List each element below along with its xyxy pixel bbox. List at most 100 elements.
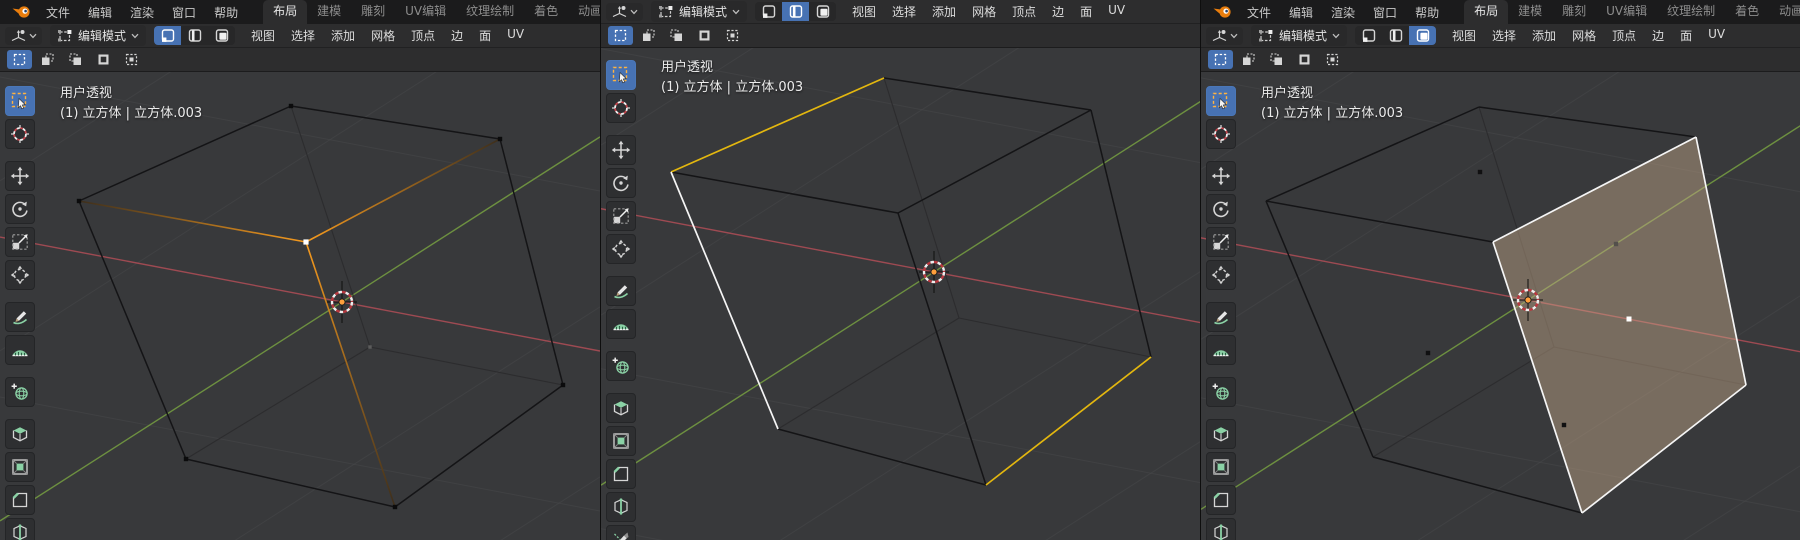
tool-move-button[interactable] (5, 161, 35, 191)
tool-extrude-region-button[interactable] (5, 419, 35, 449)
viewport-menu-3[interactable]: 网格 (363, 26, 403, 45)
select-option-intersect-button[interactable] (720, 26, 745, 45)
select-option-subtract-button[interactable] (664, 26, 689, 45)
select-option-set-button[interactable] (1208, 50, 1233, 69)
viewport-menu-5[interactable]: 边 (1644, 26, 1672, 45)
workspace-tab-4[interactable]: 纹理绘制 (1657, 0, 1725, 24)
menubar-menu-0[interactable]: 文件 (37, 3, 79, 22)
select-mode-edge-button[interactable] (181, 26, 208, 45)
viewport-menu-0[interactable]: 视图 (1444, 26, 1484, 45)
mode-dropdown[interactable]: 编辑模式 (651, 1, 747, 22)
select-option-extend-button[interactable] (35, 50, 60, 69)
viewport-menu-1[interactable]: 选择 (283, 26, 323, 45)
viewport-menu-4[interactable]: 顶点 (403, 26, 443, 45)
tool-add-cube-button[interactable] (1206, 377, 1236, 407)
workspace-tab-2[interactable]: 雕刻 (1552, 0, 1596, 24)
viewport-menu-4[interactable]: 顶点 (1604, 26, 1644, 45)
viewport-menu-3[interactable]: 网格 (1564, 26, 1604, 45)
select-mode-vertex-button[interactable] (755, 2, 782, 21)
viewport-menu-0[interactable]: 视图 (243, 26, 283, 45)
workspace-tab-5[interactable]: 着色 (1725, 0, 1769, 24)
tool-loop-cut-button[interactable] (5, 518, 35, 540)
viewport-menu-6[interactable]: 面 (1072, 2, 1100, 21)
select-option-invert-button[interactable] (91, 50, 116, 69)
editor-type-button[interactable] (1206, 27, 1243, 45)
tool-rotate-button[interactable] (5, 194, 35, 224)
tool-measure-button[interactable] (606, 309, 636, 339)
tool-inset-faces-button[interactable] (606, 426, 636, 456)
menubar-menu-3[interactable]: 窗口 (1364, 3, 1406, 22)
viewport-menu-1[interactable]: 选择 (884, 2, 924, 21)
viewport-menu-6[interactable]: 面 (1672, 26, 1700, 45)
tool-annotate-button[interactable] (606, 276, 636, 306)
viewport-menu-5[interactable]: 边 (1044, 2, 1072, 21)
tool-select-box-button[interactable] (5, 86, 35, 116)
workspace-tab-0[interactable]: 布局 (1464, 0, 1508, 24)
viewport-menu-0[interactable]: 视图 (844, 2, 884, 21)
select-option-subtract-button[interactable] (63, 50, 88, 69)
viewport-menu-2[interactable]: 添加 (323, 26, 363, 45)
editor-type-button[interactable] (5, 27, 42, 45)
viewport-menu-7[interactable]: UV (1100, 2, 1133, 21)
workspace-tab-0[interactable]: 布局 (263, 0, 307, 24)
tool-transform-button[interactable] (1206, 260, 1236, 290)
tool-select-box-button[interactable] (1206, 86, 1236, 116)
viewport-3d[interactable] (601, 0, 1201, 540)
select-option-intersect-button[interactable] (1320, 50, 1345, 69)
menubar-menu-0[interactable]: 文件 (1238, 3, 1280, 22)
mode-dropdown[interactable]: 编辑模式 (50, 25, 146, 46)
menubar-menu-1[interactable]: 编辑 (79, 3, 121, 22)
menubar-menu-1[interactable]: 编辑 (1280, 3, 1322, 22)
menubar-menu-2[interactable]: 渲染 (121, 3, 163, 22)
workspace-tab-3[interactable]: UV编辑 (1596, 0, 1657, 24)
viewport-menu-5[interactable]: 边 (443, 26, 471, 45)
select-option-extend-button[interactable] (1236, 50, 1261, 69)
workspace-tab-1[interactable]: 建模 (307, 0, 351, 24)
tool-bevel-button[interactable] (606, 459, 636, 489)
tool-move-button[interactable] (1206, 161, 1236, 191)
tool-annotate-button[interactable] (1206, 302, 1236, 332)
editor-type-button[interactable] (606, 3, 643, 21)
select-mode-edge-button[interactable] (1382, 26, 1409, 45)
tool-inset-faces-button[interactable] (5, 452, 35, 482)
tool-select-box-button[interactable] (606, 60, 636, 90)
tool-cursor-button[interactable] (5, 119, 35, 149)
select-mode-face-button[interactable] (1409, 26, 1436, 45)
tool-annotate-button[interactable] (5, 302, 35, 332)
tool-cursor-button[interactable] (606, 93, 636, 123)
tool-transform-button[interactable] (606, 234, 636, 264)
workspace-tab-3[interactable]: UV编辑 (395, 0, 456, 24)
select-mode-edge-button[interactable] (782, 2, 809, 21)
tool-scale-button[interactable] (606, 201, 636, 231)
select-mode-vertex-button[interactable] (154, 26, 181, 45)
viewport-3d[interactable] (0, 0, 600, 540)
tool-scale-button[interactable] (5, 227, 35, 257)
tool-inset-faces-button[interactable] (1206, 452, 1236, 482)
viewport-menu-7[interactable]: UV (1700, 26, 1733, 45)
tool-bevel-button[interactable] (5, 485, 35, 515)
workspace-tab-4[interactable]: 纹理绘制 (456, 0, 524, 24)
select-mode-vertex-button[interactable] (1355, 26, 1382, 45)
tool-move-button[interactable] (606, 135, 636, 165)
tool-scale-button[interactable] (1206, 227, 1236, 257)
select-option-set-button[interactable] (7, 50, 32, 69)
select-option-invert-button[interactable] (692, 26, 717, 45)
viewport-menu-4[interactable]: 顶点 (1004, 2, 1044, 21)
tool-bevel-button[interactable] (1206, 485, 1236, 515)
viewport-3d[interactable] (1201, 0, 1800, 540)
menubar-menu-3[interactable]: 窗口 (163, 3, 205, 22)
menubar-menu-4[interactable]: 帮助 (205, 3, 247, 22)
workspace-tab-2[interactable]: 雕刻 (351, 0, 395, 24)
blender-logo-icon[interactable] (6, 5, 37, 19)
viewport-menu-6[interactable]: 面 (471, 26, 499, 45)
tool-transform-button[interactable] (5, 260, 35, 290)
select-option-extend-button[interactable] (636, 26, 661, 45)
viewport-menu-1[interactable]: 选择 (1484, 26, 1524, 45)
tool-extrude-region-button[interactable] (606, 393, 636, 423)
tool-measure-button[interactable] (5, 335, 35, 365)
tool-knife-button[interactable] (606, 525, 636, 540)
tool-rotate-button[interactable] (606, 168, 636, 198)
workspace-tab-6[interactable]: 动画 (568, 0, 600, 24)
menubar-menu-4[interactable]: 帮助 (1406, 3, 1448, 22)
tool-loop-cut-button[interactable] (606, 492, 636, 522)
